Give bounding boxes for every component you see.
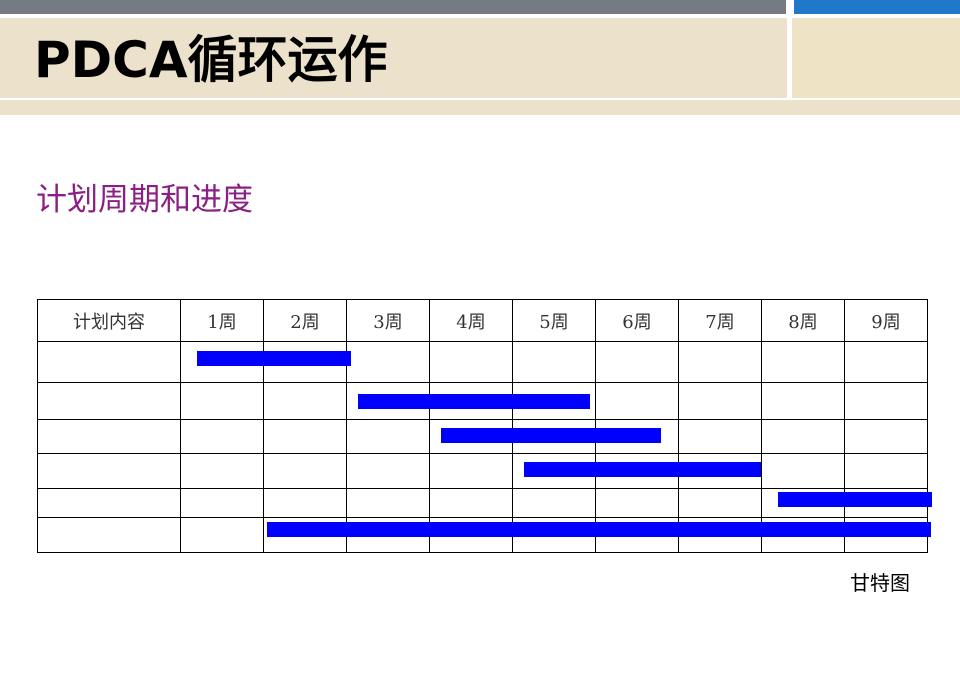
- task-label: [37, 382, 181, 420]
- week-cell: [761, 517, 845, 553]
- week-cell: [844, 488, 928, 518]
- week-cell: [180, 517, 264, 553]
- week-cell: [512, 341, 596, 383]
- gantt-task-row: [37, 382, 928, 420]
- week-cell: [761, 488, 845, 518]
- task-label: [37, 517, 181, 553]
- top-bar-gray: [0, 0, 786, 14]
- week-cell: [346, 341, 430, 383]
- week-cell: [844, 517, 928, 553]
- week-cell: [678, 453, 762, 489]
- week-cell: [844, 341, 928, 383]
- task-label: [37, 488, 181, 518]
- week-cell: [346, 382, 430, 420]
- top-bar-blue: [794, 0, 960, 14]
- task-label: [37, 341, 181, 383]
- week-cell: [678, 382, 762, 420]
- header-week-4: 4周: [429, 299, 513, 342]
- week-cell: [346, 419, 430, 454]
- week-cell: [180, 341, 264, 383]
- week-cell: [263, 341, 347, 383]
- gantt-task-row: [37, 341, 928, 383]
- week-cell: [429, 517, 513, 553]
- week-cell: [678, 488, 762, 518]
- week-cell: [761, 453, 845, 489]
- header-week-5: 5周: [512, 299, 596, 342]
- week-cell: [678, 341, 762, 383]
- week-cell: [595, 382, 679, 420]
- task-label: [37, 419, 181, 454]
- section-subtitle: 计划周期和进度: [36, 182, 253, 218]
- week-cell: [180, 488, 264, 518]
- gantt-task-row: [37, 453, 928, 489]
- week-cell: [429, 341, 513, 383]
- header-strip: [0, 100, 960, 115]
- header-week-2: 2周: [263, 299, 347, 342]
- week-cell: [678, 419, 762, 454]
- week-cell: [346, 517, 430, 553]
- week-cell: [263, 453, 347, 489]
- week-cell: [263, 488, 347, 518]
- week-cell: [263, 517, 347, 553]
- header-band-right: [792, 18, 960, 98]
- chart-caption: 甘特图: [850, 571, 910, 595]
- week-cell: [512, 419, 596, 454]
- week-cell: [346, 488, 430, 518]
- week-cell: [595, 453, 679, 489]
- week-cell: [595, 488, 679, 518]
- week-cell: [429, 419, 513, 454]
- week-cell: [844, 453, 928, 489]
- week-cell: [512, 517, 596, 553]
- week-cell: [346, 453, 430, 489]
- week-cell: [180, 419, 264, 454]
- week-cell: [844, 419, 928, 454]
- gantt-task-row: [37, 517, 928, 553]
- task-label: [37, 453, 181, 489]
- header-task-content: 计划内容: [37, 299, 181, 342]
- header-week-9: 9周: [844, 299, 928, 342]
- week-cell: [761, 341, 845, 383]
- week-cell: [512, 382, 596, 420]
- header-week-3: 3周: [346, 299, 430, 342]
- week-cell: [180, 382, 264, 420]
- week-cell: [761, 382, 845, 420]
- week-cell: [595, 341, 679, 383]
- gantt-task-row: [37, 488, 928, 518]
- week-cell: [512, 453, 596, 489]
- header-week-7: 7周: [678, 299, 762, 342]
- week-cell: [429, 382, 513, 420]
- week-cell: [595, 419, 679, 454]
- week-cell: [263, 419, 347, 454]
- week-cell: [595, 517, 679, 553]
- header-week-8: 8周: [761, 299, 845, 342]
- week-cell: [512, 488, 596, 518]
- week-cell: [844, 382, 928, 420]
- week-cell: [678, 517, 762, 553]
- week-cell: [429, 453, 513, 489]
- header-week-6: 6周: [595, 299, 679, 342]
- gantt-table: 计划内容 1周 2周 3周 4周 5周 6周 7周 8周 9周: [37, 299, 928, 553]
- week-cell: [263, 382, 347, 420]
- page-title: PDCA循环运作: [34, 31, 388, 89]
- week-cell: [180, 453, 264, 489]
- week-cell: [429, 488, 513, 518]
- header-week-1: 1周: [180, 299, 264, 342]
- week-cell: [761, 419, 845, 454]
- gantt-header-row: 计划内容 1周 2周 3周 4周 5周 6周 7周 8周 9周: [37, 299, 928, 342]
- gantt-task-row: [37, 419, 928, 454]
